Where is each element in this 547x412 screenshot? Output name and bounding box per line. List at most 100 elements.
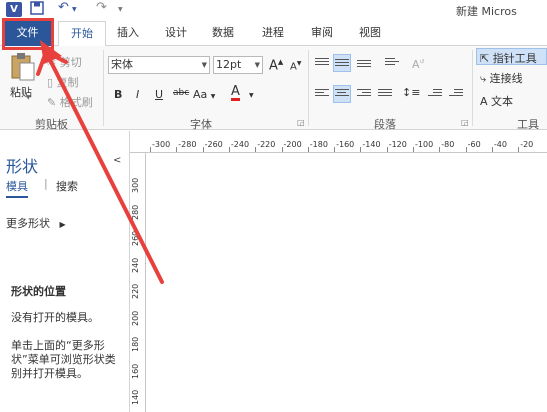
- undo-icon[interactable]: ↶: [58, 0, 69, 15]
- horizontal-ruler: -300 -280 -260 -240 -220 -200 -180 -160 -140 -120…: [130, 140, 547, 153]
- collapse-panel-icon[interactable]: <: [113, 155, 121, 166]
- ruler-tick-label: -180: [309, 140, 328, 149]
- text-direction-icon[interactable]: A↺: [412, 58, 425, 71]
- font-group-label: 字体: [190, 118, 212, 131]
- font-size-select[interactable]: 12pt ▼: [213, 56, 263, 74]
- shrink-font-label: A: [290, 61, 297, 73]
- ruler-tick: [360, 147, 362, 152]
- font-color-button[interactable]: A: [231, 85, 240, 101]
- ruler-tick: [334, 147, 336, 152]
- ruler-tick-label: -280: [178, 140, 197, 149]
- font-color-dropdown-icon[interactable]: ▼: [249, 92, 254, 99]
- justify-icon[interactable]: [378, 89, 392, 101]
- shapes-panel: 形状 < 模具 | 搜索 更多形状 ▶ 形状的位置 没有打开的模具。 单击上面的…: [0, 131, 130, 412]
- underline-button[interactable]: U: [155, 88, 163, 101]
- tab-insert[interactable]: 插入: [117, 24, 139, 40]
- align-middle-icon[interactable]: [335, 59, 349, 71]
- ruler-tick-label: 200: [131, 310, 140, 326]
- ruler-tick: [150, 147, 151, 152]
- redo-icon[interactable]: ↷: [96, 0, 107, 15]
- text-tool-button[interactable]: A 文本: [480, 93, 513, 109]
- drawing-canvas[interactable]: [147, 154, 547, 412]
- paste-icon[interactable]: [8, 52, 36, 85]
- cut-button[interactable]: ✂ 剪切: [47, 54, 82, 70]
- ruler-tick: [413, 147, 414, 152]
- undo-dropdown-icon[interactable]: ▼: [72, 6, 77, 13]
- align-bottom-icon[interactable]: [357, 60, 371, 72]
- paste-dropdown-icon[interactable]: ▼: [26, 94, 31, 101]
- ruler-tick: [386, 147, 388, 152]
- ruler-tick-label: -140: [362, 140, 381, 149]
- paragraph-group-label: 段落: [374, 118, 396, 131]
- format-painter-button[interactable]: ✎ 格式刷: [47, 94, 93, 110]
- change-case-button[interactable]: Aa ▼: [193, 88, 215, 101]
- grow-font-button[interactable]: A▲: [269, 58, 283, 73]
- ruler-tick: [176, 147, 178, 152]
- vertical-ruler: 300 280 260 240 220 200 180 160 140: [130, 153, 146, 412]
- font-size-value: 12pt: [216, 58, 242, 71]
- strikethrough-button[interactable]: abc: [173, 88, 189, 98]
- bold-button[interactable]: B: [114, 88, 122, 101]
- pointer-tool-label: 指针工具: [492, 52, 537, 65]
- ruler-tick-label: 160: [131, 363, 140, 379]
- align-left-icon[interactable]: [315, 89, 329, 101]
- title-bar: V ↶ ▼ ↷ ▼ 新建 Micros: [0, 0, 547, 20]
- paragraph-dialog-launcher-icon[interactable]: ◲: [461, 118, 469, 127]
- chevron-down-icon: ▼: [254, 61, 260, 69]
- ruler-tick: [465, 147, 467, 152]
- format-painter-label: 格式刷: [59, 96, 93, 109]
- italic-button[interactable]: I: [136, 88, 139, 101]
- text-tool-label: 文本: [491, 95, 514, 108]
- align-right-icon[interactable]: [357, 89, 371, 101]
- more-shapes-menu[interactable]: 更多形状 ▶: [6, 215, 66, 231]
- increase-indent-icon[interactable]: [449, 89, 463, 101]
- ruler-tick: [491, 147, 493, 152]
- tab-process[interactable]: 进程: [262, 24, 284, 40]
- more-shapes-label: 更多形状: [6, 217, 50, 230]
- tab-stencils[interactable]: 模具: [6, 178, 28, 198]
- ruler-tick-label: 180: [131, 336, 140, 352]
- align-center-icon[interactable]: [335, 89, 349, 101]
- shrink-font-button[interactable]: A▼: [290, 60, 301, 72]
- visio-app-icon: V: [6, 2, 22, 17]
- clipboard-group-label: 剪贴板: [35, 118, 68, 131]
- ruler-tick-label: 140: [131, 389, 140, 405]
- copy-button[interactable]: ▯ 复制: [47, 74, 79, 90]
- shapes-panel-title: 形状: [6, 157, 39, 176]
- decrease-indent-icon[interactable]: [428, 89, 442, 101]
- annotation-highlight-box: [2, 18, 54, 50]
- line-spacing-icon[interactable]: ↕≡: [402, 86, 420, 99]
- font-name-select[interactable]: 宋体 ▼: [108, 56, 210, 74]
- tab-review[interactable]: 审阅: [311, 24, 333, 40]
- save-icon[interactable]: [30, 1, 44, 19]
- ruler-tick-label: -80: [441, 140, 455, 149]
- customize-toolbar-icon[interactable]: ▼: [118, 6, 123, 13]
- ruler-tick-label: -40: [493, 140, 507, 149]
- tab-home[interactable]: 开始: [58, 21, 106, 47]
- ribbon-divider: [308, 50, 309, 126]
- tab-search[interactable]: 搜索: [56, 178, 78, 194]
- font-dialog-launcher-icon[interactable]: ◲: [297, 118, 305, 127]
- tab-data[interactable]: 数据: [212, 24, 234, 40]
- tab-view[interactable]: 视图: [359, 24, 381, 40]
- visio-window: V ↶ ▼ ↷ ▼ 新建 Micros 插入 设计 数据 进程 审阅 视图 文件…: [0, 0, 547, 412]
- bullets-icon[interactable]: [385, 58, 399, 70]
- ruler-tick-label: 260: [131, 230, 140, 246]
- connector-tool-label: 连接线: [489, 72, 523, 85]
- tab-separator: |: [44, 177, 48, 190]
- ruler-tick: [307, 147, 309, 152]
- pointer-tool-button[interactable]: ⇱ 指针工具: [480, 50, 537, 66]
- ruler-tick: [439, 147, 441, 152]
- chevron-right-icon: ▶: [59, 220, 66, 229]
- no-stencils-text: 没有打开的模具。: [11, 311, 99, 324]
- connector-tool-button[interactable]: ⤷ 连接线: [480, 70, 523, 86]
- ruler-tick-label: -260: [204, 140, 223, 149]
- chevron-down-icon: ▼: [201, 61, 207, 69]
- document-title: 新建 Micros: [456, 5, 517, 18]
- ruler-tick: [518, 147, 520, 152]
- tab-design[interactable]: 设计: [165, 24, 187, 40]
- ribbon-divider: [472, 50, 473, 126]
- align-top-icon[interactable]: [315, 58, 329, 70]
- grow-font-label: A: [269, 58, 278, 74]
- ruler-tick: [255, 147, 257, 152]
